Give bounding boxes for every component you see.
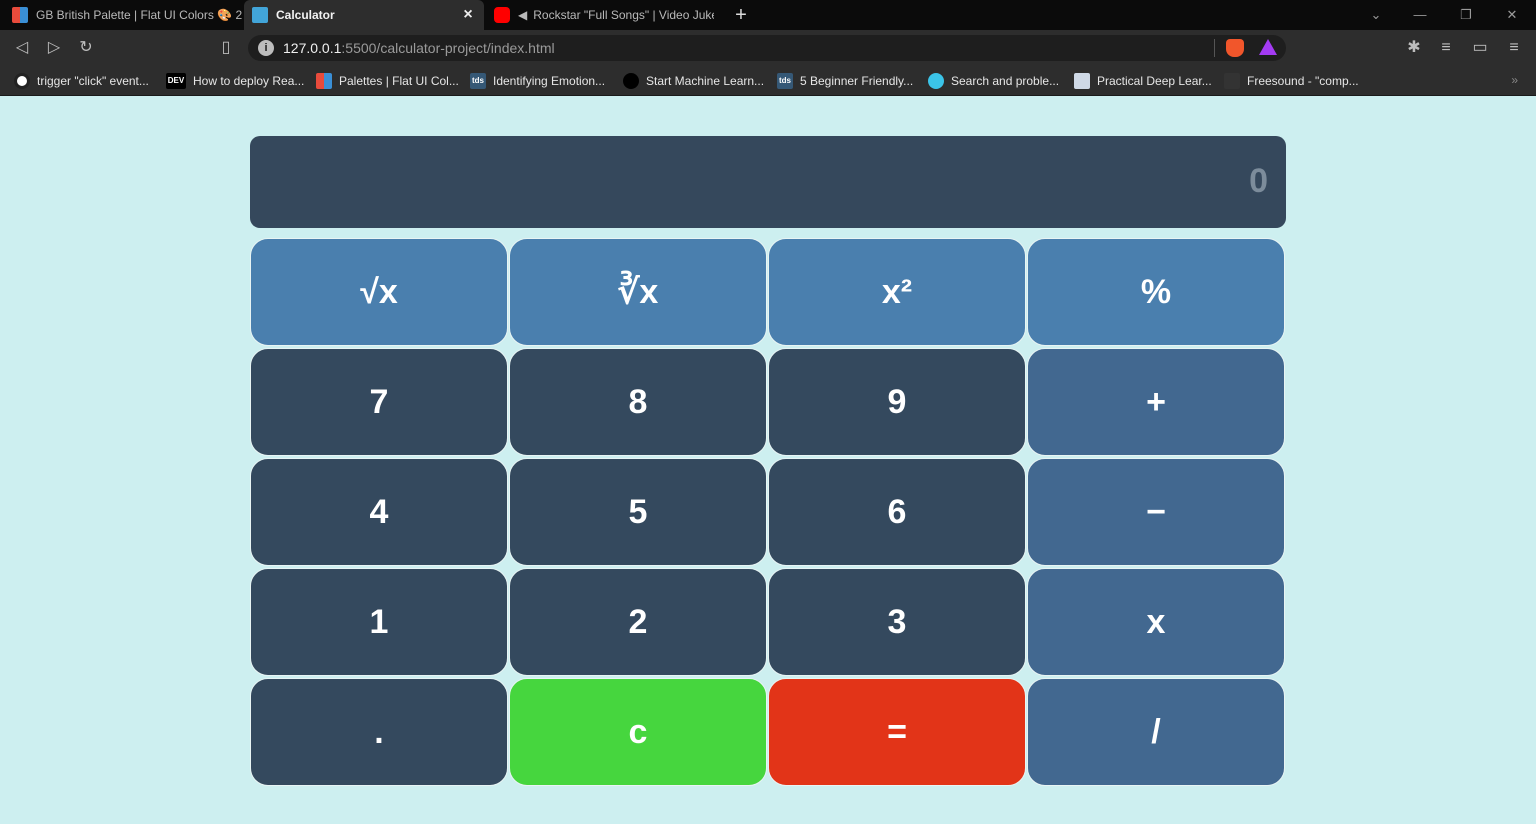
multiply-button[interactable]: x <box>1027 568 1285 676</box>
extensions-icon[interactable]: ✱ <box>1404 38 1424 58</box>
percent-button[interactable]: % <box>1027 238 1285 346</box>
close-tab-icon[interactable]: × <box>460 7 476 23</box>
bookmark-item[interactable]: tds Identifying Emotion... <box>470 73 605 89</box>
bookmark-icon[interactable]: ▯ <box>216 38 236 58</box>
bookmark-item[interactable]: Search and proble... <box>928 73 1059 89</box>
flat-ui-icon <box>316 73 332 89</box>
tab-title: GB British Palette | Flat UI Colors 🎨 2/ <box>36 8 242 22</box>
address-bar[interactable]: i 127.0.0.1:5500/calculator-project/inde… <box>248 35 1286 61</box>
add-button[interactable]: + <box>1027 348 1285 456</box>
digit-7-button[interactable]: 7 <box>250 348 508 456</box>
tab-search-icon[interactable]: ⌄ <box>1366 5 1386 25</box>
subtract-button[interactable]: − <box>1027 458 1285 566</box>
close-window-icon[interactable]: ✕ <box>1502 5 1522 25</box>
divide-button[interactable]: / <box>1027 678 1285 786</box>
medium-icon <box>623 73 639 89</box>
bookmark-item[interactable]: Palettes | Flat UI Col... <box>316 73 459 89</box>
search-site-icon <box>928 73 944 89</box>
more-bookmarks-icon[interactable]: » <box>1511 73 1518 87</box>
codepen-icon <box>14 73 30 89</box>
tds-icon: tds <box>470 73 486 89</box>
restore-icon[interactable]: ❐ <box>1456 5 1476 25</box>
cbrt-button[interactable]: ∛x <box>509 238 767 346</box>
digit-8-button[interactable]: 8 <box>509 348 767 456</box>
calculator-display: 0 <box>250 136 1286 228</box>
display-value: 0 <box>1249 162 1268 200</box>
digit-5-button[interactable]: 5 <box>509 458 767 566</box>
bookmark-item[interactable]: Start Machine Learn... <box>623 73 764 89</box>
digit-1-button[interactable]: 1 <box>250 568 508 676</box>
clear-button[interactable]: c <box>509 678 767 786</box>
bookmark-item[interactable]: Practical Deep Lear... <box>1074 73 1212 89</box>
digit-6-button[interactable]: 6 <box>768 458 1026 566</box>
tab-strip: GB British Palette | Flat UI Colors 🎨 2/… <box>0 0 1536 30</box>
media-controls-icon[interactable]: ≡ <box>1436 38 1456 58</box>
back-icon[interactable]: ◁ <box>12 38 32 58</box>
freesound-icon <box>1224 73 1240 89</box>
url-text[interactable]: 127.0.0.1:5500/calculator-project/index.… <box>283 40 555 56</box>
document-icon <box>1074 73 1090 89</box>
site-info-icon[interactable]: i <box>258 40 274 56</box>
equals-button[interactable]: = <box>768 678 1026 786</box>
tab-calculator[interactable]: Calculator × <box>244 0 484 30</box>
menu-icon[interactable]: ≡ <box>1504 38 1524 58</box>
square-button[interactable]: x² <box>768 238 1026 346</box>
bookmark-item[interactable]: Freesound - "comp... <box>1224 73 1359 89</box>
decimal-button[interactable]: . <box>250 678 508 786</box>
speaker-icon: ◀ <box>518 8 528 22</box>
digit-9-button[interactable]: 9 <box>768 348 1026 456</box>
digit-2-button[interactable]: 2 <box>509 568 767 676</box>
tab-rockstar[interactable]: ◀ Rockstar "Full Songs" | Video Juke <box>486 0 714 30</box>
tab-british-palette[interactable]: GB British Palette | Flat UI Colors 🎨 2/ <box>4 0 242 30</box>
digit-4-button[interactable]: 4 <box>250 458 508 566</box>
dev-icon: DEV <box>166 73 186 89</box>
divider <box>1214 39 1215 57</box>
bookmarks-bar: trigger "click" event... DEV How to depl… <box>0 66 1536 96</box>
browser-toolbar: ◁ ▷ ↻ ▯ i 127.0.0.1:5500/calculator-proj… <box>0 30 1536 66</box>
bookmark-item[interactable]: tds 5 Beginner Friendly... <box>777 73 913 89</box>
tab-title: Calculator <box>276 8 335 22</box>
new-tab-button[interactable]: + <box>730 5 752 25</box>
forward-icon[interactable]: ▷ <box>44 38 64 58</box>
tds-icon: tds <box>777 73 793 89</box>
flat-ui-favicon-icon <box>12 7 28 23</box>
digit-3-button[interactable]: 3 <box>768 568 1026 676</box>
calculator: 0 √x ∛x x² % 7 8 9 + 4 5 6 − 1 2 3 x . c… <box>250 136 1286 788</box>
bookmark-item[interactable]: trigger "click" event... <box>14 73 149 89</box>
calculator-favicon-icon <box>252 7 268 23</box>
brave-shields-icon[interactable] <box>1226 39 1244 57</box>
reload-icon[interactable]: ↻ <box>76 38 96 58</box>
sqrt-button[interactable]: √x <box>250 238 508 346</box>
tab-title: Rockstar "Full Songs" | Video Juke <box>533 8 714 22</box>
bookmark-item[interactable]: DEV How to deploy Rea... <box>166 73 304 89</box>
wallet-icon[interactable]: ▭ <box>1470 38 1490 58</box>
minimize-icon[interactable]: — <box>1410 5 1430 25</box>
youtube-favicon-icon <box>494 7 510 23</box>
brave-rewards-icon[interactable] <box>1259 39 1277 55</box>
